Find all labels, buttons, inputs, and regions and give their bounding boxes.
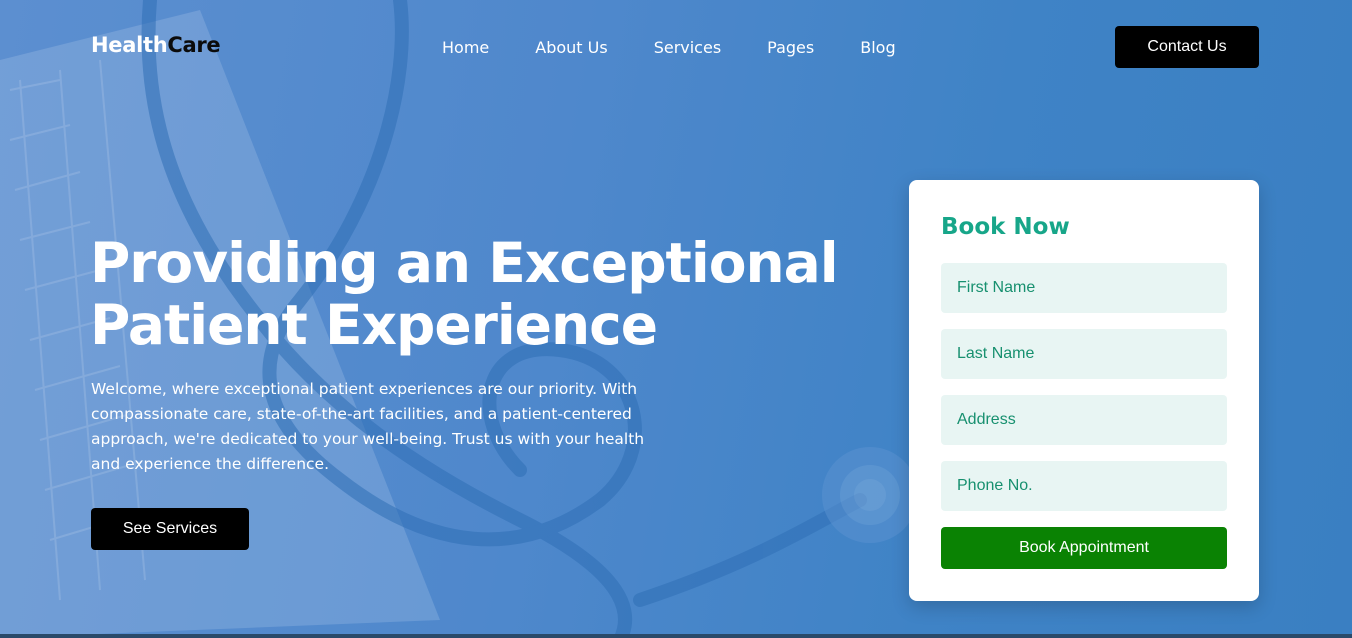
booking-title: Book Now	[941, 214, 1070, 240]
book-appointment-button[interactable]: Book Appointment	[941, 527, 1227, 569]
brand-logo[interactable]: HealthCare	[91, 33, 221, 57]
nav-item-services[interactable]: Services	[654, 38, 721, 57]
booking-card: Book Now Book Appointment	[909, 180, 1259, 601]
nav-item-home[interactable]: Home	[442, 38, 489, 57]
address-field[interactable]	[941, 395, 1227, 445]
hero-title-line1: Providing an Exceptional	[90, 231, 839, 295]
hero-intro: Welcome, where exceptional patient exper…	[91, 380, 645, 473]
contact-us-button[interactable]: Contact Us	[1115, 26, 1259, 68]
brand-logo-part1: Health	[91, 33, 168, 57]
first-name-field[interactable]	[941, 263, 1227, 313]
brand-logo-part2: Care	[167, 33, 221, 57]
hero-title-line2: Patient Experience	[90, 293, 658, 357]
nav-item-pages[interactable]: Pages	[767, 38, 814, 57]
hero-title: Providing an Exceptional Patient Experie…	[90, 232, 850, 356]
see-services-button[interactable]: See Services	[91, 508, 249, 550]
nav-item-about-us[interactable]: About Us	[535, 38, 607, 57]
hero-section: HealthCare Home About Us Services Pages …	[0, 0, 1352, 638]
main-nav: Home About Us Services Pages Blog	[442, 38, 942, 57]
phone-field[interactable]	[941, 461, 1227, 511]
nav-item-blog[interactable]: Blog	[860, 38, 895, 57]
last-name-field[interactable]	[941, 329, 1227, 379]
bottom-divider	[0, 634, 1352, 638]
